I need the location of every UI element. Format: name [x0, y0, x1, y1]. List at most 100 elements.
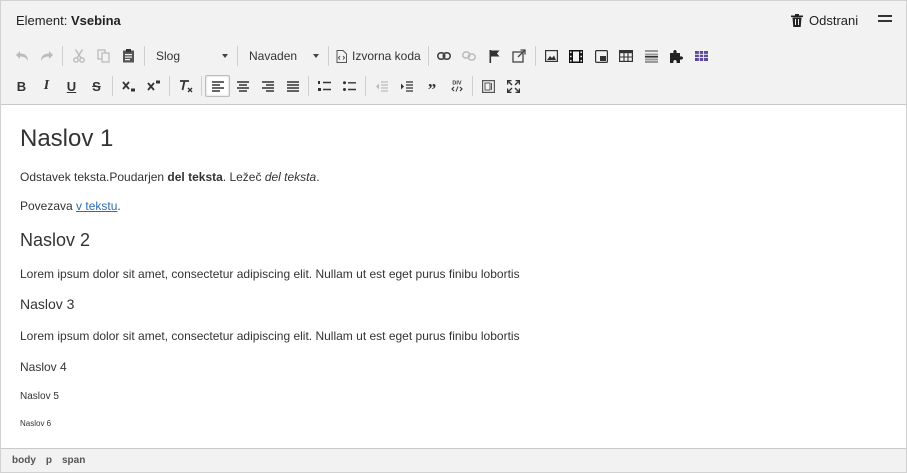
toolbar-separator	[472, 76, 473, 96]
chevron-down-icon	[313, 54, 319, 58]
drag-handle-icon[interactable]	[878, 15, 892, 25]
copy-icon	[97, 49, 110, 63]
subscript-button[interactable]	[116, 75, 141, 97]
redo-button[interactable]	[34, 45, 59, 67]
cut-button[interactable]	[66, 45, 91, 67]
puzzle-icon	[670, 50, 684, 63]
plugin-button[interactable]	[664, 45, 689, 67]
underline-icon: U	[66, 78, 77, 94]
svg-text:DIV: DIV	[452, 81, 462, 87]
justify-button[interactable]	[280, 75, 305, 97]
media-button[interactable]	[589, 45, 614, 67]
show-blocks-icon	[482, 79, 495, 93]
source-code-icon	[336, 49, 347, 63]
strikethrough-button[interactable]: S	[84, 75, 109, 97]
image-button[interactable]	[539, 45, 564, 67]
clear-format-icon	[179, 79, 192, 92]
inline-link[interactable]: v tekstu	[76, 199, 117, 213]
editor-toolbar: Slog Navaden Izvorna koda B I U S ” DIV	[1, 39, 906, 105]
heading-2[interactable]: Naslov 2	[20, 230, 90, 251]
heading-6[interactable]: Naslov 6	[20, 419, 51, 428]
maximize-button[interactable]	[501, 75, 526, 97]
element-path-bar: body p span	[1, 448, 906, 472]
path-item-p[interactable]: p	[46, 455, 52, 466]
editor-frame: Element: Vsebina Odstrani Slog Navaden I…	[0, 0, 907, 473]
remove-button[interactable]: Odstrani	[791, 10, 858, 30]
table-button[interactable]	[614, 45, 639, 67]
align-right-button[interactable]	[255, 75, 280, 97]
bold-icon: B	[16, 78, 27, 94]
align-justify-icon	[286, 80, 299, 92]
style-select[interactable]: Slog	[148, 45, 234, 67]
blockquote-button[interactable]: ”	[419, 75, 444, 98]
anchor-button[interactable]	[482, 45, 507, 67]
format-select-value: Navaden	[249, 49, 298, 63]
align-left-icon	[211, 80, 224, 92]
underline-button[interactable]: U	[59, 75, 84, 97]
align-center-icon	[236, 80, 249, 92]
align-right-icon	[261, 80, 274, 92]
paragraph-text: Odstavek teksta.Poudarjen	[20, 170, 168, 184]
paragraph-lorem-1[interactable]: Lorem ipsum dolor sit amet, consectetur …	[20, 267, 520, 281]
paragraph-2[interactable]: Povezava v tekstu.	[20, 199, 121, 213]
indent-button[interactable]	[394, 75, 419, 97]
align-center-button[interactable]	[230, 75, 255, 97]
toolbar-row-1: Slog Navaden Izvorna koda	[9, 44, 714, 68]
heading-1[interactable]: Naslov 1	[20, 125, 113, 153]
editor-content[interactable]: Naslov 1 Odstavek teksta.Poudarjen del t…	[1, 106, 906, 447]
numbered-list-icon	[318, 80, 331, 91]
grid-icon	[694, 51, 708, 61]
heading-5[interactable]: Naslov 5	[20, 391, 59, 402]
paragraph-text: Povezava	[20, 199, 77, 213]
undo-button[interactable]	[9, 45, 34, 67]
maximize-icon	[507, 79, 520, 93]
horizontal-rule-button[interactable]	[639, 45, 664, 67]
link-button[interactable]	[432, 45, 457, 67]
outdent-icon	[376, 80, 388, 92]
copy-button[interactable]	[91, 45, 116, 67]
outdent-button[interactable]	[369, 75, 394, 97]
paragraph-lorem-2[interactable]: Lorem ipsum dolor sit amet, consectetur …	[20, 329, 520, 343]
paste-button[interactable]	[116, 45, 141, 67]
strikethrough-icon: S	[92, 78, 101, 94]
div-icon: DIV	[450, 81, 463, 92]
heading-3[interactable]: Naslov 3	[20, 296, 74, 312]
toolbar-separator	[144, 46, 145, 66]
grid-button[interactable]	[689, 45, 714, 67]
iframe-button[interactable]	[507, 45, 532, 67]
paragraph-text: .	[117, 199, 121, 213]
element-label: Element:	[16, 13, 68, 28]
source-code-button[interactable]: Izvorna koda	[332, 45, 425, 67]
path-item-body[interactable]: body	[12, 455, 36, 466]
div-container-button[interactable]: DIV	[444, 75, 469, 97]
paragraph-text: .	[316, 170, 320, 184]
bullet-list-button[interactable]	[337, 75, 362, 97]
video-button[interactable]	[564, 45, 589, 67]
toolbar-separator	[62, 46, 63, 66]
heading-4[interactable]: Naslov 4	[20, 360, 67, 374]
remove-format-button[interactable]	[173, 75, 198, 97]
table-icon	[619, 50, 634, 62]
external-link-icon	[512, 49, 526, 63]
paragraph-1[interactable]: Odstavek teksta.Poudarjen del teksta. Le…	[20, 170, 320, 184]
indent-icon	[401, 80, 413, 92]
redo-icon	[40, 51, 53, 61]
toolbar-row-2: B I U S ” DIV	[9, 74, 526, 98]
toolbar-separator	[365, 76, 366, 96]
show-blocks-button[interactable]	[476, 75, 501, 97]
format-select[interactable]: Navaden	[241, 45, 325, 67]
image-icon	[544, 50, 558, 62]
bold-button[interactable]: B	[9, 75, 34, 97]
superscript-button[interactable]	[141, 75, 166, 97]
element-header: Element: Vsebina Odstrani	[1, 1, 906, 39]
numbered-list-button[interactable]	[312, 75, 337, 97]
align-left-button[interactable]	[205, 75, 230, 97]
italic-button[interactable]: I	[34, 75, 59, 97]
unlink-button[interactable]	[457, 45, 482, 67]
paste-icon	[123, 49, 134, 63]
subscript-icon	[121, 81, 135, 92]
horizontal-rule-icon	[644, 49, 658, 63]
path-item-span[interactable]: span	[62, 455, 85, 466]
element-name: Vsebina	[70, 13, 121, 28]
element-title: Element: Vsebina	[16, 13, 121, 28]
